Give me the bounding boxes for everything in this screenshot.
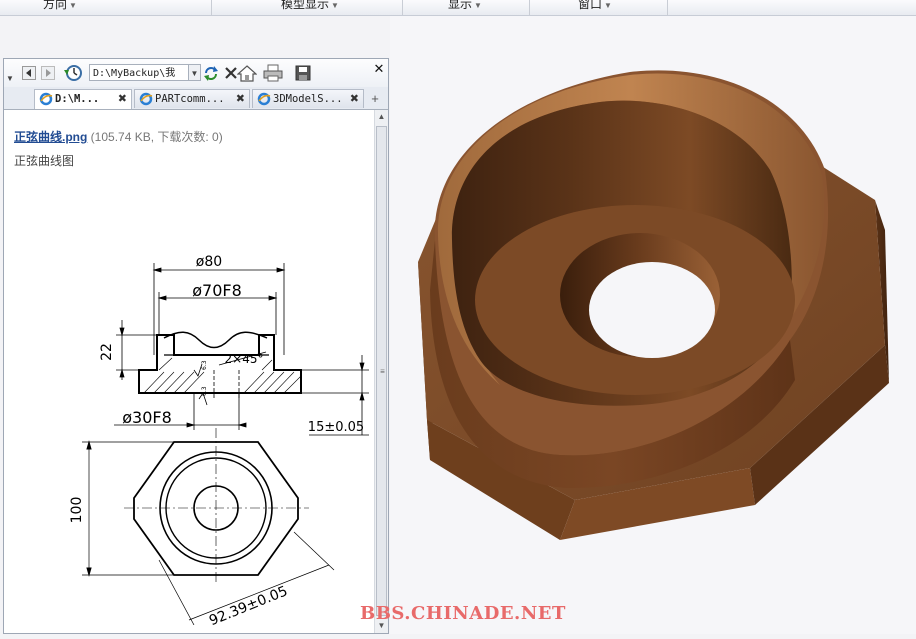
dim-across-flats: 92.39±0.05 bbox=[207, 583, 290, 625]
new-tab-button[interactable]: + bbox=[366, 90, 384, 107]
vertical-scrollbar[interactable]: ▲ ≡ ▼ bbox=[374, 110, 388, 633]
menu-divider bbox=[667, 0, 668, 15]
tab-label: PARTcomm... bbox=[155, 93, 225, 105]
home-icon[interactable] bbox=[236, 64, 258, 82]
menu-divider bbox=[529, 0, 530, 15]
scroll-thumb[interactable]: ≡ bbox=[376, 126, 387, 616]
model-viewport[interactable] bbox=[390, 16, 916, 634]
close-icon[interactable]: ✖ bbox=[350, 90, 359, 109]
ie-tab-icon bbox=[257, 92, 271, 106]
top-view bbox=[82, 428, 335, 625]
chevron-down-icon: ▼ bbox=[331, 1, 339, 10]
menu-divider bbox=[211, 0, 212, 15]
address-field[interactable]: D:\MyBackup\我 bbox=[89, 64, 189, 81]
dim-hole-diameter: ø30F8 bbox=[122, 408, 172, 427]
history-icon[interactable] bbox=[62, 64, 84, 82]
dim-chamfer: 2×45° bbox=[225, 352, 264, 366]
menu-display-label: 显示 bbox=[448, 0, 473, 11]
menu-direction-label: 方向 bbox=[43, 0, 68, 11]
menu-display[interactable]: 显示 ▼ bbox=[440, 0, 490, 11]
tab-strip: D:\M... ✖ PARTcomm... ✖ 3DModelS... ✖ + bbox=[4, 87, 388, 110]
tab-local-file[interactable]: D:\M... ✖ bbox=[34, 89, 132, 109]
scroll-up-arrow[interactable]: ▲ bbox=[375, 110, 388, 124]
octagon-nut-model bbox=[418, 70, 889, 540]
dim-width: 100 bbox=[69, 497, 85, 524]
browser-toolbar: ▼ D:\MyBackup\我 ▼ ✕ bbox=[4, 59, 388, 87]
back-icon[interactable] bbox=[20, 64, 38, 82]
menu-window[interactable]: 窗口 ▼ bbox=[570, 0, 620, 11]
chevron-down-icon: ▼ bbox=[604, 1, 612, 10]
engineering-drawing: ø80 ø70F8 22 2×45° ø30F8 15±0.05 6.3 6.3 bbox=[69, 254, 369, 625]
menu-model-display[interactable]: 模型显示 ▼ bbox=[265, 0, 355, 11]
print-icon[interactable] bbox=[262, 64, 284, 82]
forward-icon[interactable] bbox=[39, 64, 57, 82]
refresh-icon[interactable] bbox=[202, 64, 220, 82]
dim-thickness: 15±0.05 bbox=[308, 420, 364, 435]
hole-through bbox=[589, 262, 715, 358]
attachment-link[interactable]: 正弦曲线.png bbox=[14, 130, 87, 144]
save-icon[interactable] bbox=[294, 64, 312, 82]
page-content: 正弦曲线.png (105.74 KB, 下载次数: 0) 正弦曲线图 ø80 … bbox=[4, 110, 374, 633]
menu-direction[interactable]: 方向 ▼ bbox=[30, 0, 90, 11]
attachment-line: 正弦曲线.png (105.74 KB, 下载次数: 0) bbox=[14, 128, 223, 145]
grip-icon: ≡ bbox=[380, 367, 385, 376]
dim-outer-diameter: ø80 bbox=[196, 254, 222, 270]
watermark: BBS.CHINADE.NET bbox=[360, 603, 566, 624]
menu-divider bbox=[402, 0, 403, 15]
address-dropdown[interactable]: ▼ bbox=[189, 64, 201, 81]
dim-fit-diameter: ø70F8 bbox=[192, 281, 242, 300]
chevron-down-icon: ▼ bbox=[474, 1, 482, 10]
attachment-meta: (105.74 KB, 下载次数: 0) bbox=[90, 130, 223, 144]
tab-label: D:\M... bbox=[55, 93, 100, 105]
roughness-label-2: 6.3 bbox=[201, 386, 208, 396]
menu-window-label: 窗口 bbox=[578, 0, 603, 11]
chevron-down-icon: ▼ bbox=[69, 1, 77, 10]
ie-tab-icon bbox=[39, 92, 53, 106]
close-icon[interactable]: ✖ bbox=[118, 90, 127, 109]
tab-label: 3DModelS... bbox=[273, 93, 343, 105]
menu-model-display-label: 模型显示 bbox=[281, 0, 330, 11]
chevron-down-icon[interactable]: ▼ bbox=[4, 69, 16, 87]
browser-panel: ▼ D:\MyBackup\我 ▼ ✕ D:\M... ✖ PARTcomm..… bbox=[3, 58, 389, 634]
tab-3dmodelspace[interactable]: 3DModelS... ✖ bbox=[252, 89, 364, 108]
roughness-label-1: 6.3 bbox=[201, 360, 208, 370]
dim-height: 22 bbox=[99, 343, 115, 361]
close-icon[interactable]: ✕ bbox=[370, 60, 388, 78]
menu-bar: 方向 ▼ 模型显示 ▼ 显示 ▼ 窗口 ▼ bbox=[0, 0, 916, 16]
ie-tab-icon bbox=[139, 92, 153, 106]
attachment-description: 正弦曲线图 bbox=[14, 154, 75, 168]
tab-partcommunity[interactable]: PARTcomm... ✖ bbox=[134, 89, 250, 108]
close-icon[interactable]: ✖ bbox=[236, 90, 245, 109]
